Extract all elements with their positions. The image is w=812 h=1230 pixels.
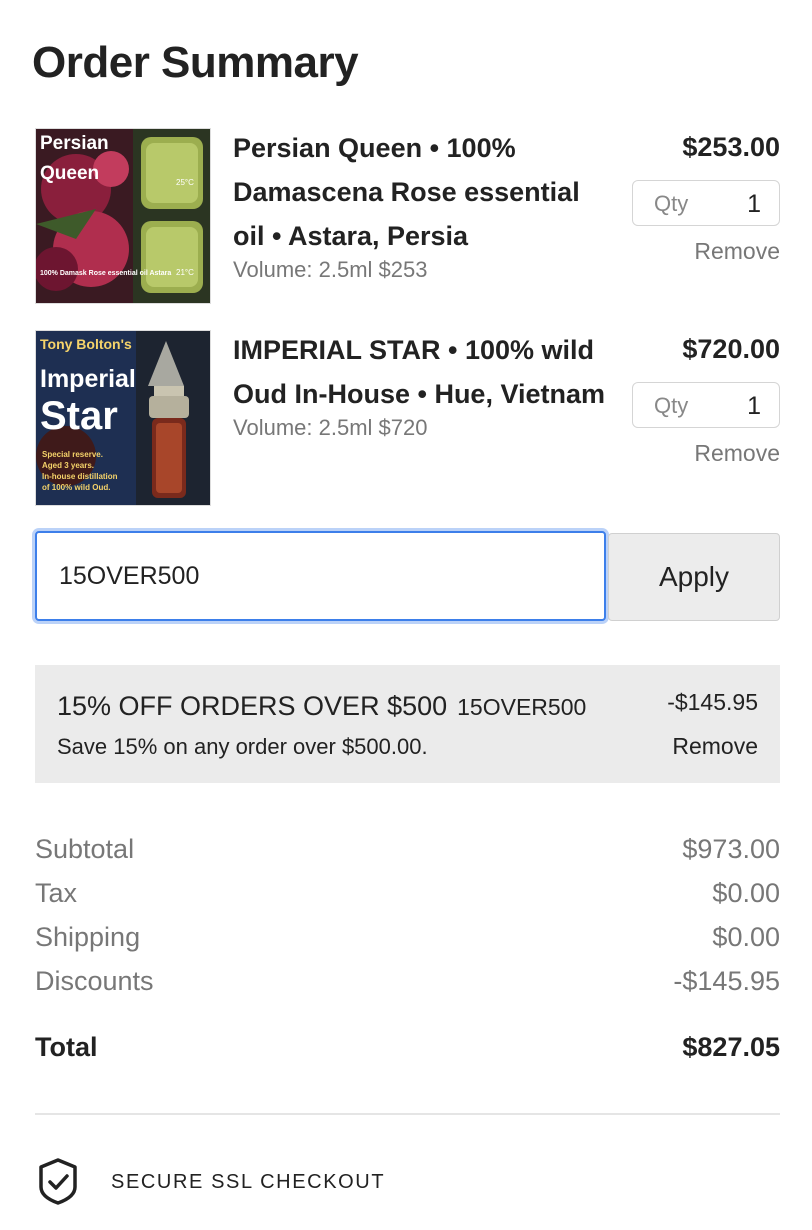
subtotal-row: Subtotal $973.00 — [35, 830, 780, 874]
divider — [35, 1113, 780, 1115]
item-name[interactable]: Persian Queen • 100% Damascena Rose esse… — [233, 126, 605, 258]
coupon-code-input[interactable] — [35, 531, 606, 621]
apply-coupon-button[interactable]: Apply — [608, 533, 780, 621]
discount-amount: -$145.95 — [667, 689, 758, 715]
item-details: Persian Queen • 100% Damascena Rose esse… — [233, 128, 605, 285]
tax-row: Tax $0.00 — [35, 874, 780, 918]
item-details: IMPERIAL STAR • 100% wild Oud In-House •… — [233, 330, 605, 443]
thumb-desc3-text: In-house distillation — [42, 472, 118, 481]
total-label: Total — [35, 1032, 98, 1062]
product-thumbnail[interactable]: Tony Bolton's Imperial Star Special rese… — [35, 330, 211, 506]
tax-label: Tax — [35, 878, 78, 908]
thumb-temp2-text: 21°C — [176, 268, 194, 277]
quantity-input[interactable]: Qty 1 — [632, 180, 780, 226]
thumb-desc4-text: of 100% wild Oud. — [42, 483, 110, 492]
secure-checkout-badge: SECURE SSL CHECKOUT — [35, 1157, 780, 1207]
tax-value: $0.00 — [712, 878, 780, 908]
item-price: $253.00 — [682, 132, 780, 162]
discounts-row: Discounts -$145.95 — [35, 962, 780, 1006]
thumb-line3-text: Star — [40, 394, 118, 438]
shield-check-icon — [38, 1157, 78, 1210]
remove-item-button[interactable]: Remove — [694, 440, 780, 467]
shipping-label: Shipping — [35, 922, 141, 952]
qty-label: Qty — [654, 191, 689, 216]
coupon-form: Apply — [35, 531, 780, 621]
shipping-row: Shipping $0.00 — [35, 918, 780, 962]
item-price: $720.00 — [682, 334, 780, 364]
qty-value[interactable]: 1 — [747, 190, 761, 219]
thumb-brand-text: Persian — [40, 133, 109, 154]
quantity-input[interactable]: Qty 1 — [632, 382, 780, 428]
cart-item: Persian Queen 25°C 21°C 100% Damask Rose… — [35, 128, 780, 304]
cart-item: Tony Bolton's Imperial Star Special rese… — [35, 330, 780, 506]
product-thumbnail[interactable]: Persian Queen 25°C 21°C 100% Damask Rose… — [35, 128, 211, 304]
item-volume: Volume: 2.5ml $720 — [233, 415, 428, 440]
thumb-brand-text: Tony Bolton's — [40, 336, 132, 352]
thumb-desc2-text: Aged 3 years. — [42, 461, 94, 470]
thumb-desc-text: 100% Damask Rose essential oil Astara — [40, 270, 171, 277]
thumb-line2-text: Queen — [40, 163, 99, 184]
item-name[interactable]: IMPERIAL STAR • 100% wild Oud In-House •… — [233, 328, 605, 416]
discount-title: 15% OFF ORDERS OVER $500 15OVER500 — [57, 691, 586, 722]
remove-item-button[interactable]: Remove — [694, 238, 780, 265]
shipping-value: $0.00 — [712, 922, 780, 952]
applied-discount: 15% OFF ORDERS OVER $500 15OVER500 Save 1… — [35, 665, 780, 783]
discount-description: Save 15% on any order over $500.00. — [57, 734, 428, 759]
discount-code: 15OVER500 — [457, 694, 587, 720]
total-value: $827.05 — [682, 1032, 780, 1062]
item-volume: Volume: 2.5ml $253 — [233, 257, 428, 282]
discount-name: 15% OFF ORDERS OVER $500 — [57, 691, 448, 721]
subtotal-value: $973.00 — [682, 834, 780, 864]
qty-value[interactable]: 1 — [747, 392, 761, 421]
discounts-label: Discounts — [35, 966, 154, 996]
thumb-temp1-text: 25°C — [176, 178, 194, 187]
secure-checkout-label: SECURE SSL CHECKOUT — [111, 1171, 386, 1193]
thumb-line2-text: Imperial — [40, 365, 136, 393]
thumb-desc1-text: Special reserve. — [42, 450, 103, 459]
qty-label: Qty — [654, 393, 689, 418]
page-title: Order Summary — [32, 38, 359, 87]
totals-breakdown: Subtotal $973.00 Tax $0.00 Shipping $0.0… — [35, 830, 780, 1006]
subtotal-label: Subtotal — [35, 834, 135, 864]
remove-discount-button[interactable]: Remove — [672, 733, 758, 760]
discounts-value: -$145.95 — [673, 966, 780, 996]
